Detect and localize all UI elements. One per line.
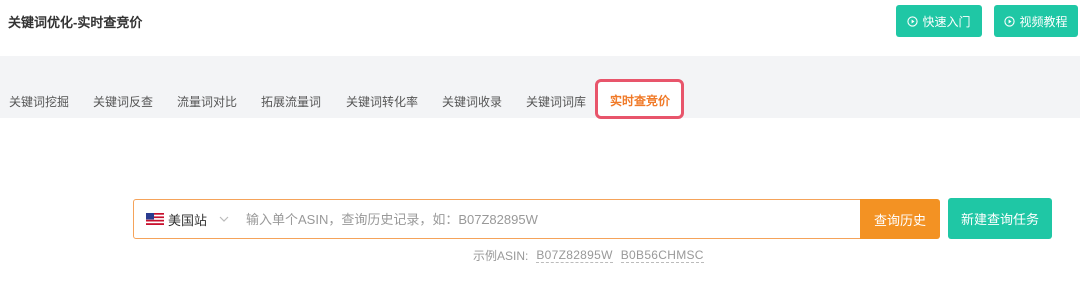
example-asin-link[interactable]: B0B56CHMSC <box>620 248 704 263</box>
site-select[interactable]: 美国站 <box>146 200 229 238</box>
tab-conversion-rate[interactable]: 关键词转化率 <box>346 93 418 110</box>
video-tutorial-button[interactable]: 视频教程 <box>994 5 1078 37</box>
video-tutorial-label: 视频教程 <box>1019 14 1068 29</box>
us-flag-icon <box>146 213 164 225</box>
chevron-down-icon <box>219 216 229 222</box>
example-asins: 示例ASIN: B07Z82895W B0B56CHMSC <box>473 247 704 264</box>
new-query-task-button[interactable]: 新建查询任务 <box>948 198 1052 239</box>
play-circle-icon <box>907 15 919 27</box>
quick-start-button[interactable]: 快速入门 <box>896 5 982 37</box>
tab-keyword-library[interactable]: 关键词词库 <box>526 93 586 110</box>
tab-keyword-indexing[interactable]: 关键词收录 <box>442 93 502 110</box>
tab-expand-traffic[interactable]: 拓展流量词 <box>261 93 321 110</box>
example-label: 示例ASIN: <box>473 249 529 263</box>
page-title: 关键词优化-实时查竞价 <box>8 15 143 30</box>
play-circle-icon <box>1004 15 1016 27</box>
tab-traffic-compare[interactable]: 流量词对比 <box>177 93 237 110</box>
tab-keyword-mining[interactable]: 关键词挖掘 <box>9 93 69 110</box>
search-box: 美国站 查询历史 <box>133 199 940 239</box>
query-history-button[interactable]: 查询历史 <box>860 199 940 239</box>
tab-keyword-reverse[interactable]: 关键词反查 <box>93 93 153 110</box>
quick-start-label: 快速入门 <box>922 14 971 29</box>
asin-search-input[interactable] <box>246 200 856 238</box>
site-label: 美国站 <box>168 212 208 228</box>
tab-realtime-bid[interactable]: 实时查竞价 <box>610 92 670 109</box>
example-asin-link[interactable]: B07Z82895W <box>536 248 613 263</box>
